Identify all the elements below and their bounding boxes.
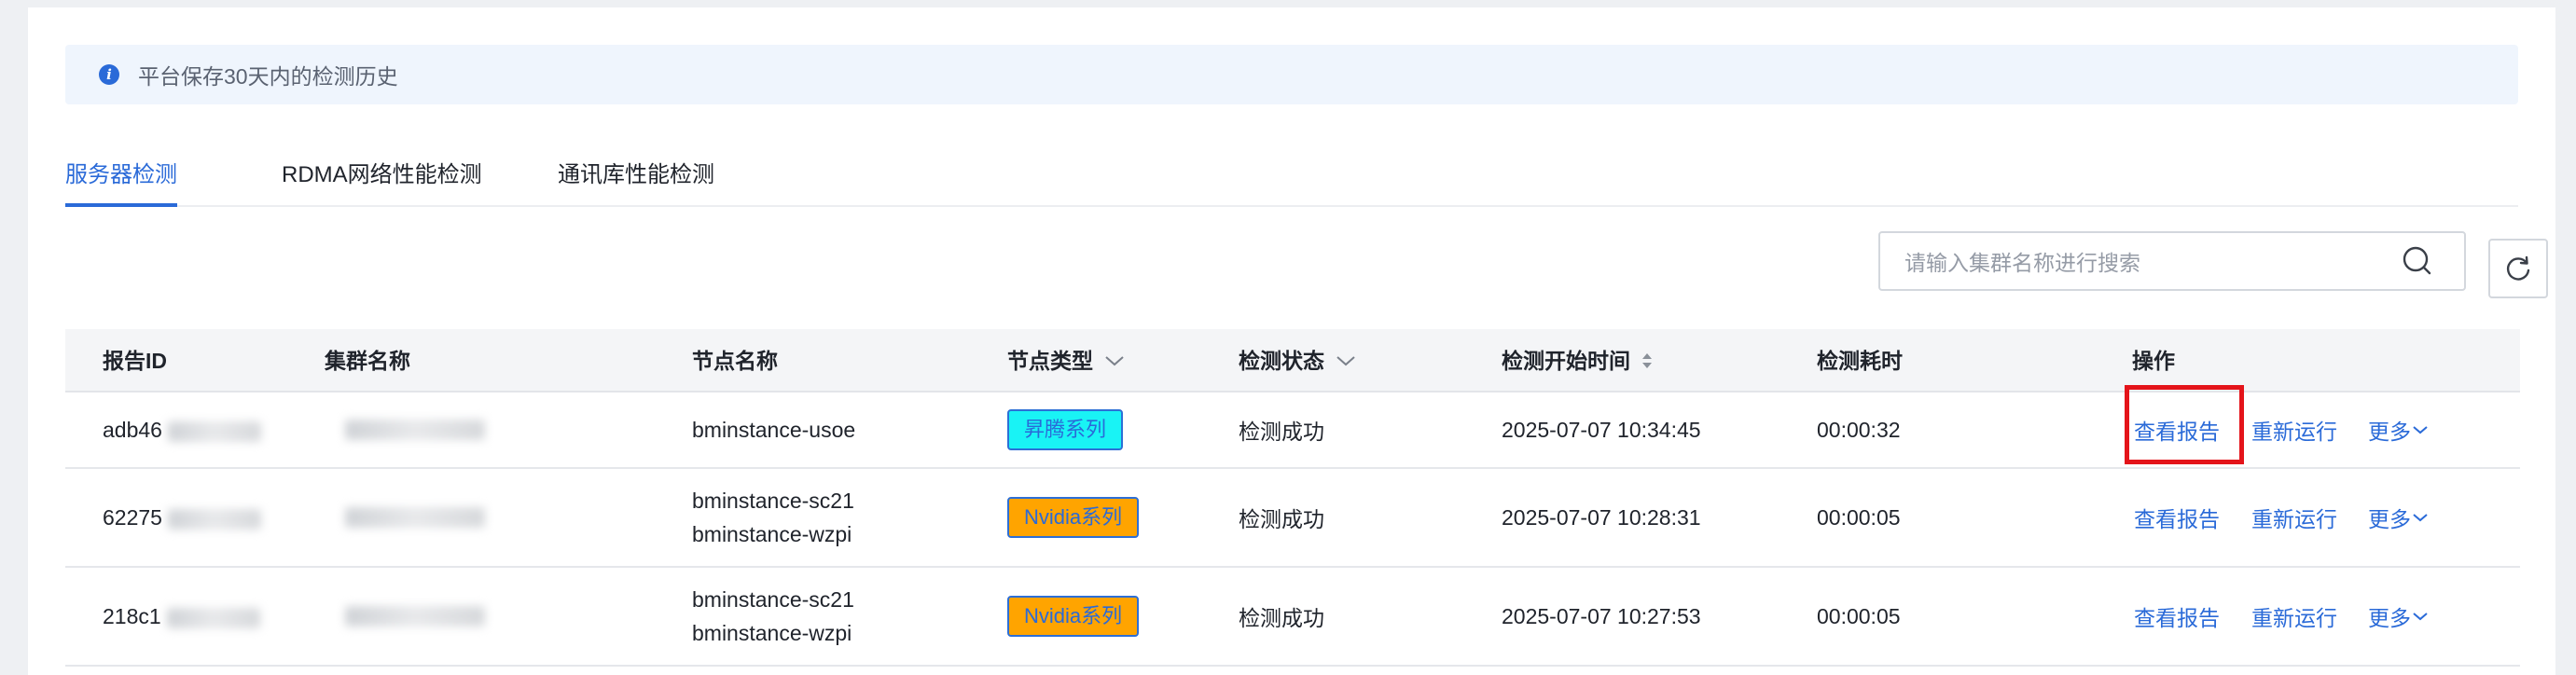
chevron-down-icon[interactable] (1334, 353, 1358, 368)
node-type-cell: Nvidia系列 (1007, 568, 1140, 665)
start-time: 2025-07-07 10:27:53 (1502, 603, 1701, 628)
report-id-cell: 218c1 (103, 568, 260, 665)
tab-comm-lib-check[interactable]: 通讯库性能检测 (558, 147, 714, 205)
cluster-name-cell (345, 393, 485, 467)
more-dropdown[interactable]: 更多 (2368, 568, 2430, 665)
history-table: 报告ID 集群名称 节点名称 节点类型 检测状态 检测开始时间 检测耗时 操作 (65, 329, 2520, 667)
node-name: bminstance-usoe (692, 418, 856, 442)
search-icon[interactable] (2395, 239, 2440, 283)
notice-text: 平台保存30天内的检测历史 (138, 64, 398, 89)
redacted-cluster-name (345, 507, 485, 528)
duration: 00:00:05 (1817, 504, 1901, 530)
tab-bar: 服务器检测 RDMA网络性能检测 通讯库性能检测 (65, 147, 2518, 207)
info-notice: i 平台保存30天内的检测历史 (65, 45, 2518, 104)
node-name: bminstance-sc21 (692, 587, 854, 612)
redacted-id (167, 420, 261, 442)
report-id-cell: adb46 (103, 393, 261, 467)
start-time: 2025-07-07 10:34:45 (1502, 417, 1701, 442)
rerun-link[interactable]: 重新运行 (2251, 568, 2337, 665)
redacted-id (167, 508, 261, 530)
status-text: 检测成功 (1239, 606, 1324, 630)
view-report-link[interactable]: 查看报告 (2134, 469, 2220, 566)
tab-rdma-check[interactable]: RDMA网络性能检测 (282, 147, 482, 205)
history-panel: i 平台保存30天内的检测历史 服务器检测 RDMA网络性能检测 通讯库性能检测… (28, 7, 2555, 675)
col-status[interactable]: 检测状态 (1239, 329, 1358, 393)
node-name: bminstance-wzpi (692, 621, 852, 645)
node-type-cell: Nvidia系列 (1007, 469, 1140, 566)
chevron-down-icon[interactable] (1102, 353, 1127, 368)
view-report-highlight (2125, 385, 2244, 464)
col-start-time[interactable]: 检测开始时间 (1502, 329, 1655, 393)
node-name: bminstance-sc21 (692, 489, 854, 513)
info-icon: i (99, 64, 119, 85)
refresh-button[interactable] (2488, 239, 2548, 298)
col-node-name: 节点名称 (692, 349, 778, 373)
table-row: 218c1 bminstance-sc21 bminstance-wzpi Nv… (65, 568, 2520, 667)
duration: 00:00:32 (1817, 417, 1901, 442)
table-row: 62275 bminstance-sc21 bminstance-wzpi Nv… (65, 469, 2520, 568)
report-id: adb46 (103, 418, 162, 442)
node-name: bminstance-wzpi (692, 522, 852, 546)
chevron-down-icon (2413, 613, 2428, 621)
node-type-tag: Nvidia系列 (1007, 497, 1140, 538)
report-id: 218c1 (103, 604, 161, 628)
duration: 00:00:05 (1817, 603, 1901, 628)
col-duration: 检测耗时 (1817, 349, 1903, 373)
refresh-icon (2506, 255, 2530, 281)
view-report-link[interactable]: 查看报告 (2134, 568, 2220, 665)
status-text: 检测成功 (1239, 420, 1324, 444)
node-name-cell: bminstance-sc21 bminstance-wzpi (692, 568, 854, 665)
cluster-name-cell (345, 568, 485, 665)
node-type-tag: 昇腾系列 (1007, 409, 1124, 450)
rerun-link[interactable]: 重新运行 (2251, 469, 2337, 566)
rerun-link[interactable]: 重新运行 (2251, 393, 2337, 467)
redacted-id (166, 607, 260, 628)
chevron-down-icon (2413, 426, 2428, 434)
chevron-down-icon (2413, 514, 2428, 522)
col-cluster-name: 集群名称 (325, 349, 410, 373)
table-header: 报告ID 集群名称 节点名称 节点类型 检测状态 检测开始时间 检测耗时 操作 (65, 329, 2520, 393)
more-dropdown[interactable]: 更多 (2368, 469, 2430, 566)
node-name-cell: bminstance-usoe (692, 393, 855, 467)
more-dropdown[interactable]: 更多 (2368, 393, 2430, 467)
report-id-cell: 62275 (103, 469, 261, 566)
col-node-type[interactable]: 节点类型 (1007, 329, 1127, 393)
cluster-search-input[interactable]: 请输入集群名称进行搜索 (1878, 231, 2466, 291)
sort-icon[interactable] (1640, 350, 1655, 372)
cluster-name-cell (345, 469, 485, 566)
status-text: 检测成功 (1239, 507, 1324, 531)
col-report-id: 报告ID (103, 349, 167, 373)
start-time: 2025-07-07 10:28:31 (1502, 504, 1701, 530)
col-actions: 操作 (2132, 349, 2175, 373)
tab-server-check[interactable]: 服务器检测 (65, 147, 177, 207)
node-name-cell: bminstance-sc21 bminstance-wzpi (692, 469, 854, 566)
redacted-cluster-name (345, 420, 485, 440)
node-type-cell: 昇腾系列 (1007, 393, 1124, 467)
node-type-tag: Nvidia系列 (1007, 596, 1140, 637)
search-placeholder: 请输入集群名称进行搜索 (1904, 251, 2140, 275)
redacted-cluster-name (345, 606, 485, 627)
report-id: 62275 (103, 505, 162, 530)
